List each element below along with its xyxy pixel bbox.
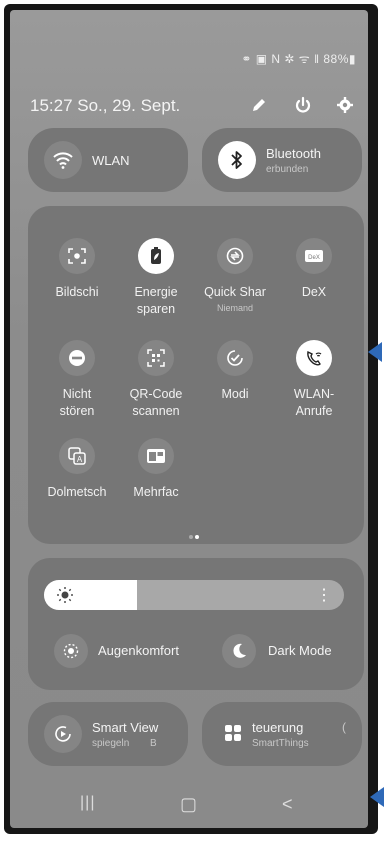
- smartthings-tile[interactable]: teuerung SmartThings (: [202, 702, 362, 766]
- smart-view-sublabel-extra: B: [150, 738, 157, 749]
- page-indicator: [188, 526, 200, 544]
- back-button[interactable]: <: [282, 794, 293, 815]
- wlan-tile[interactable]: WLAN: [28, 128, 188, 192]
- dex-icon[interactable]: DeX: [296, 238, 332, 274]
- navigation-bar: ||| ▢ <: [10, 780, 368, 828]
- smartthings-icon: [224, 724, 242, 747]
- brightness-slider[interactable]: ⋮: [44, 580, 344, 610]
- annotation-arrow-bottom: [370, 787, 384, 807]
- gear-icon[interactable]: [334, 94, 356, 116]
- home-button[interactable]: ▢: [180, 794, 197, 815]
- battery-leaf-icon[interactable]: [138, 238, 174, 274]
- bluetooth-sublabel: erbunden: [266, 164, 309, 175]
- svg-text:A: A: [77, 455, 83, 464]
- multi-window-icon[interactable]: [138, 438, 174, 474]
- bluetooth-label: Bluetooth: [266, 146, 321, 161]
- interpreter-icon[interactable]: A: [59, 438, 95, 474]
- qr-scan-icon[interactable]: [138, 340, 174, 376]
- date-time: 15:27 So., 29. Sept.: [30, 96, 181, 115]
- svg-text:DeX: DeX: [308, 255, 320, 261]
- power-icon[interactable]: [292, 94, 314, 116]
- tile-label-quick-share: Quick Shar: [204, 285, 266, 299]
- smart-view-icon: [44, 715, 82, 753]
- pencil-icon[interactable]: [248, 94, 270, 116]
- dark-mode-label[interactable]: Dark Mode: [268, 643, 332, 658]
- wifi-calling-icon[interactable]: [296, 340, 332, 376]
- smartthings-edge: (: [342, 720, 346, 734]
- quick-share-icon[interactable]: [217, 238, 253, 274]
- moon-icon[interactable]: [222, 634, 256, 668]
- annotation-arrow-top: [368, 342, 382, 362]
- quick-toggle-grid: Bildschi Energie sparen Quick Shar Niema…: [28, 206, 364, 544]
- more-options-icon[interactable]: ⋮: [316, 585, 332, 605]
- tile-label-wifi-calling: WLAN- Anrufe: [293, 387, 335, 418]
- sun-icon: [56, 586, 74, 609]
- bluetooth-icon: [218, 141, 256, 179]
- eye-comfort-label[interactable]: Augenkomfort: [98, 643, 179, 658]
- tile-label-interpreter: Dolmetsch: [47, 485, 107, 499]
- tile-label-dnd: Nicht stören: [59, 387, 95, 418]
- smart-view-tile[interactable]: Smart View spiegeln B: [28, 702, 188, 766]
- tile-label-qr: QR-Code scannen: [129, 387, 183, 418]
- bluetooth-tile[interactable]: Bluetooth erbunden: [202, 128, 362, 192]
- tile-label-power-saving: Energie sparen: [134, 285, 178, 316]
- tile-sublabel-quick-share: Niemand: [216, 303, 254, 313]
- tile-label-dex: DeX: [301, 285, 327, 299]
- recents-button[interactable]: |||: [80, 794, 95, 812]
- tile-label-multi-window: Mehrfac: [133, 485, 179, 499]
- screen-record-icon[interactable]: [59, 238, 95, 274]
- smart-view-label: Smart View: [92, 720, 159, 735]
- wifi-icon: [44, 141, 82, 179]
- status-bar: ⚭ ▣ N ✲ ᯤ ‖ 88%▮: [241, 52, 356, 66]
- smart-view-sublabel: spiegeln: [92, 738, 130, 749]
- tile-label-modes: Modi: [221, 387, 249, 401]
- brightness-panel: ⋮ Augenkomfort Dark Mode: [28, 558, 364, 690]
- modes-icon[interactable]: [217, 340, 253, 376]
- eye-comfort-icon[interactable]: [54, 634, 88, 668]
- tile-label-screen: Bildschi: [55, 285, 99, 299]
- wlan-label: WLAN: [92, 153, 130, 168]
- do-not-disturb-icon[interactable]: [59, 340, 95, 376]
- quick-settings-panel: ⚭ ▣ N ✲ ᯤ ‖ 88%▮ 15:27 So., 29. Sept. WL…: [10, 10, 368, 828]
- smartthings-label: teuerung: [252, 720, 304, 735]
- smartthings-sublabel: SmartThings: [252, 738, 309, 749]
